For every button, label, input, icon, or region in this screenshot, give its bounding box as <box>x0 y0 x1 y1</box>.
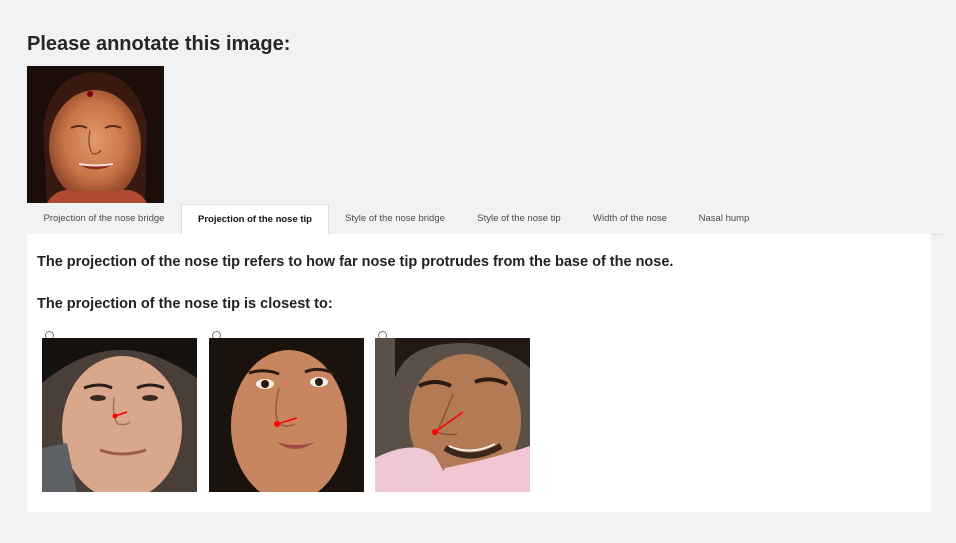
tab-style-of-the-nose-bridge[interactable]: Style of the nose bridge <box>329 204 461 233</box>
option-2-example-photo <box>209 338 364 492</box>
option-1-marker-dot <box>112 413 118 419</box>
option-3-marker-dot <box>432 429 438 435</box>
page-heading: Please annotate this image: <box>27 33 291 55</box>
option-2-marker-dot <box>274 421 280 427</box>
tab-panel: The projection of the nose tip refers to… <box>27 234 931 512</box>
option-3[interactable] <box>375 331 535 492</box>
option-1-example-photo <box>42 338 197 492</box>
tab-width-of-the-nose[interactable]: Width of the nose <box>577 204 683 233</box>
tab-nasal-hump[interactable]: Nasal hump <box>685 204 763 233</box>
question-text: The projection of the nose tip is closes… <box>37 296 333 312</box>
option-2[interactable] <box>209 331 369 492</box>
tab-style-of-the-nose-tip[interactable]: Style of the nose tip <box>463 204 575 233</box>
subject-face-photo <box>27 66 164 203</box>
tab-projection-of-the-nose-bridge[interactable]: Projection of the nose bridge <box>27 204 181 233</box>
option-3-example-photo <box>375 338 530 492</box>
option-1[interactable] <box>42 331 202 492</box>
attribute-tabs: Projection of the nose bridge Projection… <box>27 204 943 235</box>
tab-projection-of-the-nose-tip[interactable]: Projection of the nose tip <box>181 204 329 235</box>
attribute-description: The projection of the nose tip refers to… <box>37 254 674 270</box>
